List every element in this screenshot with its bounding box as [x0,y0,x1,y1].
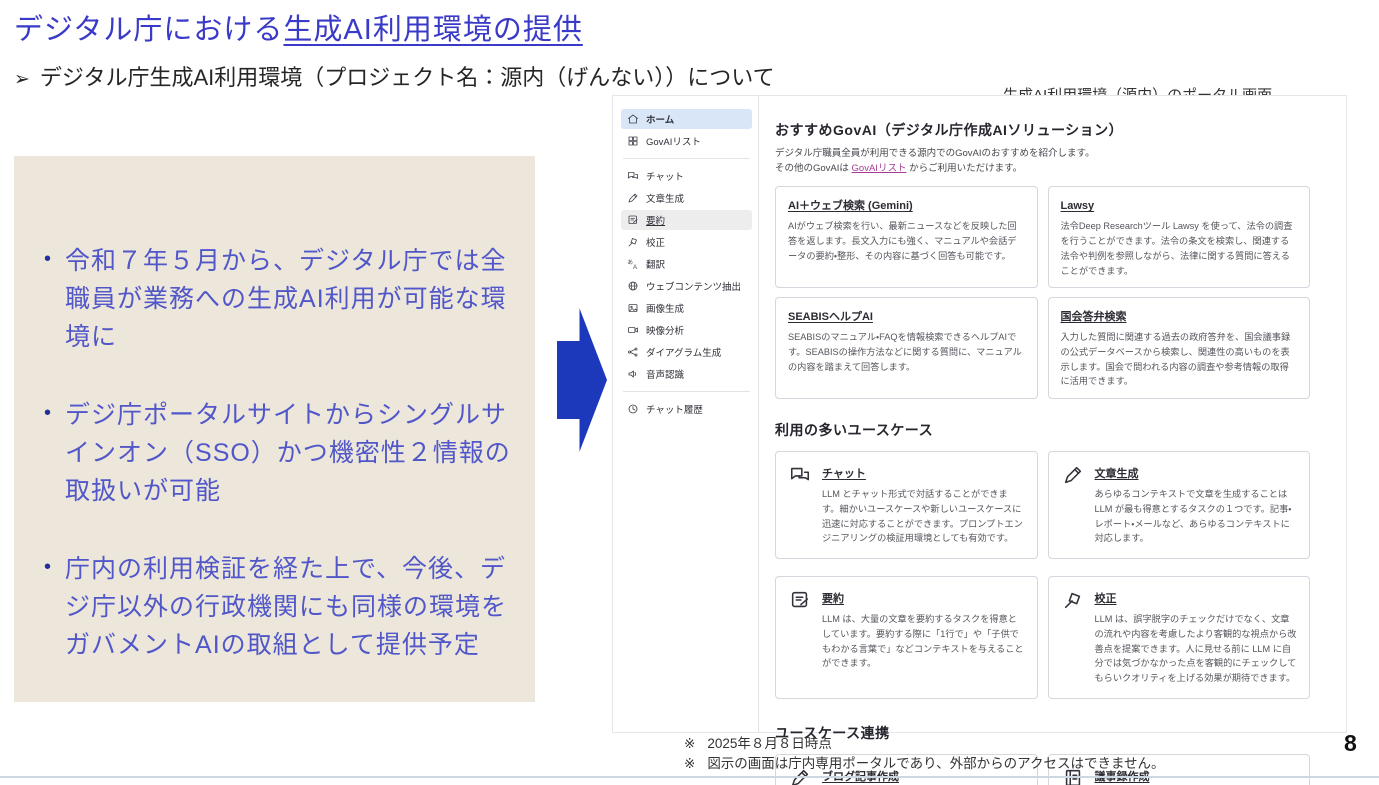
sidebar-item-proofread[interactable]: 校正 [621,232,752,252]
sidebar-divider [623,391,750,392]
portal-screenshot: ホーム GovAIリスト チャット 文章生成 要約 校正 あA 翻訳 [612,95,1347,733]
card-title-link[interactable]: Lawsy [1061,200,1095,212]
sidebar-item-govai-list[interactable]: GovAIリスト [621,131,752,151]
chat-icon [788,464,812,486]
sidebar-item-diagram-generation[interactable]: ダイアグラム生成 [621,342,752,362]
list-item: • 令和７年５月から、デジタル庁では全職員が業務への生成AI利用が可能な環境に [44,242,517,356]
card-usecase-summary[interactable]: 要約 LLM は、大量の文章を要約するタスクを得意としています。要約する際に「1… [775,576,1038,699]
sidebar-divider [623,158,750,159]
sidebar-item-home[interactable]: ホーム [621,109,752,129]
svg-text:A: A [633,265,637,270]
translate-icon: あA [627,258,639,270]
highlight-list: • 令和７年５月から、デジタル庁では全職員が業務への生成AI利用が可能な環境に … [14,156,535,664]
slide-subtitle: ➢デジタル庁生成AI利用環境（プロジェクト名：源内（げんない））について [14,60,775,92]
page-title-underlined: 生成AI利用環境の提供 [283,14,582,46]
footnote-line: ※図示の画面は庁内専用ポータルであり、外部からのアクセスはできません。 [684,754,1165,774]
footnote-line: ※2025年８月８日時点 [684,734,1165,754]
speech-icon [627,368,639,380]
card-title-link[interactable]: AI＋ウェブ検索 (Gemini) [788,197,913,213]
usecase-grid: チャット LLM とチャット形式で対話することができます。細かいユースケースや新… [775,451,1310,698]
section-heading-recommended: おすすめGovAI（デジタル庁作成AIソリューション） [775,120,1310,140]
card-usecase-proofread[interactable]: 校正 LLM は、誤字脱字のチェックだけでなく、文章の流れや内容を考慮したより客… [1048,576,1311,699]
sidebar-item-text-generation[interactable]: 文章生成 [621,188,752,208]
history-icon [627,403,639,415]
grid-icon [627,135,639,147]
card-title-link[interactable]: 校正 [1095,590,1117,606]
sidebar-item-summary[interactable]: 要約 [621,210,752,230]
recommended-grid-row2: SEABISヘルプAI SEABISのマニュアル・FAQを情報検索できるヘルプA… [775,297,1310,399]
page-title-plain: デジタル庁における [14,14,283,46]
svg-text:あ: あ [628,259,634,266]
govai-list-link[interactable]: GovAIリスト [852,163,907,174]
card-diet-answer-search[interactable]: 国会答弁検索 入力した質問に関連する過去の政府答弁を、国会議事録の公式データベー… [1048,297,1311,399]
highlight-box: • 令和７年５月から、デジタル庁では全職員が業務への生成AI利用が可能な環境に … [14,156,535,702]
pencil-icon [1061,464,1085,486]
list-item: • デジ庁ポータルサイトからシングルサインオン（SSO）かつ機密性２情報の取扱い… [44,396,517,510]
summary-icon [627,214,639,226]
card-usecase-chat[interactable]: チャット LLM とチャット形式で対話することができます。細かいユースケースや新… [775,451,1038,559]
proofread-icon [627,236,639,248]
sidebar-item-web-extract[interactable]: ウェブコンテンツ抽出 [621,276,752,296]
card-usecase-text-generation[interactable]: 文章生成 あらゆるコンテキストで文章を生成することは LLM が最も得意とするタ… [1048,451,1311,559]
recommended-grid-row1: AI＋ウェブ検索 (Gemini) AIがウェブ検索を行い、最新ニュースなどを反… [775,186,1310,288]
pencil-icon [627,192,639,204]
page-title: デジタル庁における生成AI利用環境の提供 [14,6,583,48]
card-title-link[interactable]: チャット [822,465,866,481]
sidebar-item-video-analysis[interactable]: 映像分析 [621,320,752,340]
summary-icon [788,589,812,611]
sidebar-item-image-generation[interactable]: 画像生成 [621,298,752,318]
page-number: 8 [1344,730,1357,757]
bullet-icon: • [44,402,51,510]
card-title-link[interactable]: 要約 [822,590,844,606]
bullet-icon: • [44,248,51,356]
video-icon [627,324,639,336]
bullet-icon: • [44,556,51,664]
sidebar-item-translate[interactable]: あA 翻訳 [621,254,752,274]
card-seabis-help-ai[interactable]: SEABISヘルプAI SEABISのマニュアル・FAQを情報検索できるヘルプA… [775,297,1038,399]
card-title-link[interactable]: 文章生成 [1095,465,1139,481]
right-block-arrow-icon [557,302,607,458]
card-lawsy[interactable]: Lawsy 法令Deep Researchツール Lawsy を使って、法令の調… [1048,186,1311,288]
portal-main: おすすめGovAI（デジタル庁作成AIソリューション） デジタル庁職員全員が利用… [759,96,1346,732]
card-title-link[interactable]: SEABISヘルプAI [788,308,873,324]
card-title-link[interactable]: 国会答弁検索 [1061,308,1127,324]
chat-icon [627,170,639,182]
footnotes: ※2025年８月８日時点 ※図示の画面は庁内専用ポータルであり、外部からのアクセ… [684,734,1165,773]
diagram-icon [627,346,639,358]
card-ai-web-search[interactable]: AI＋ウェブ検索 (Gemini) AIがウェブ検索を行い、最新ニュースなどを反… [775,186,1038,288]
sidebar-item-speech-recognition[interactable]: 音声認識 [621,364,752,384]
section-heading-usecases: 利用の多いユースケース [775,420,1310,440]
bottom-divider [0,776,1379,778]
recommended-intro: デジタル庁職員全員が利用できる源内でのGovAIのおすすめを紹介します。 その他… [775,147,1310,176]
sidebar-item-chat-history[interactable]: チャット履歴 [621,399,752,419]
globe-icon [627,280,639,292]
sidebar: ホーム GovAIリスト チャット 文章生成 要約 校正 あA 翻訳 [613,96,759,732]
home-icon [627,113,639,125]
list-item: • 庁内の利用検証を経た上で、今後、デジ庁以外の行政機関にも同様の環境をガバメン… [44,550,517,664]
sidebar-item-chat[interactable]: チャット [621,166,752,186]
arrowhead-icon: ➢ [14,69,30,90]
image-icon [627,302,639,314]
proofread-icon [1061,589,1085,611]
